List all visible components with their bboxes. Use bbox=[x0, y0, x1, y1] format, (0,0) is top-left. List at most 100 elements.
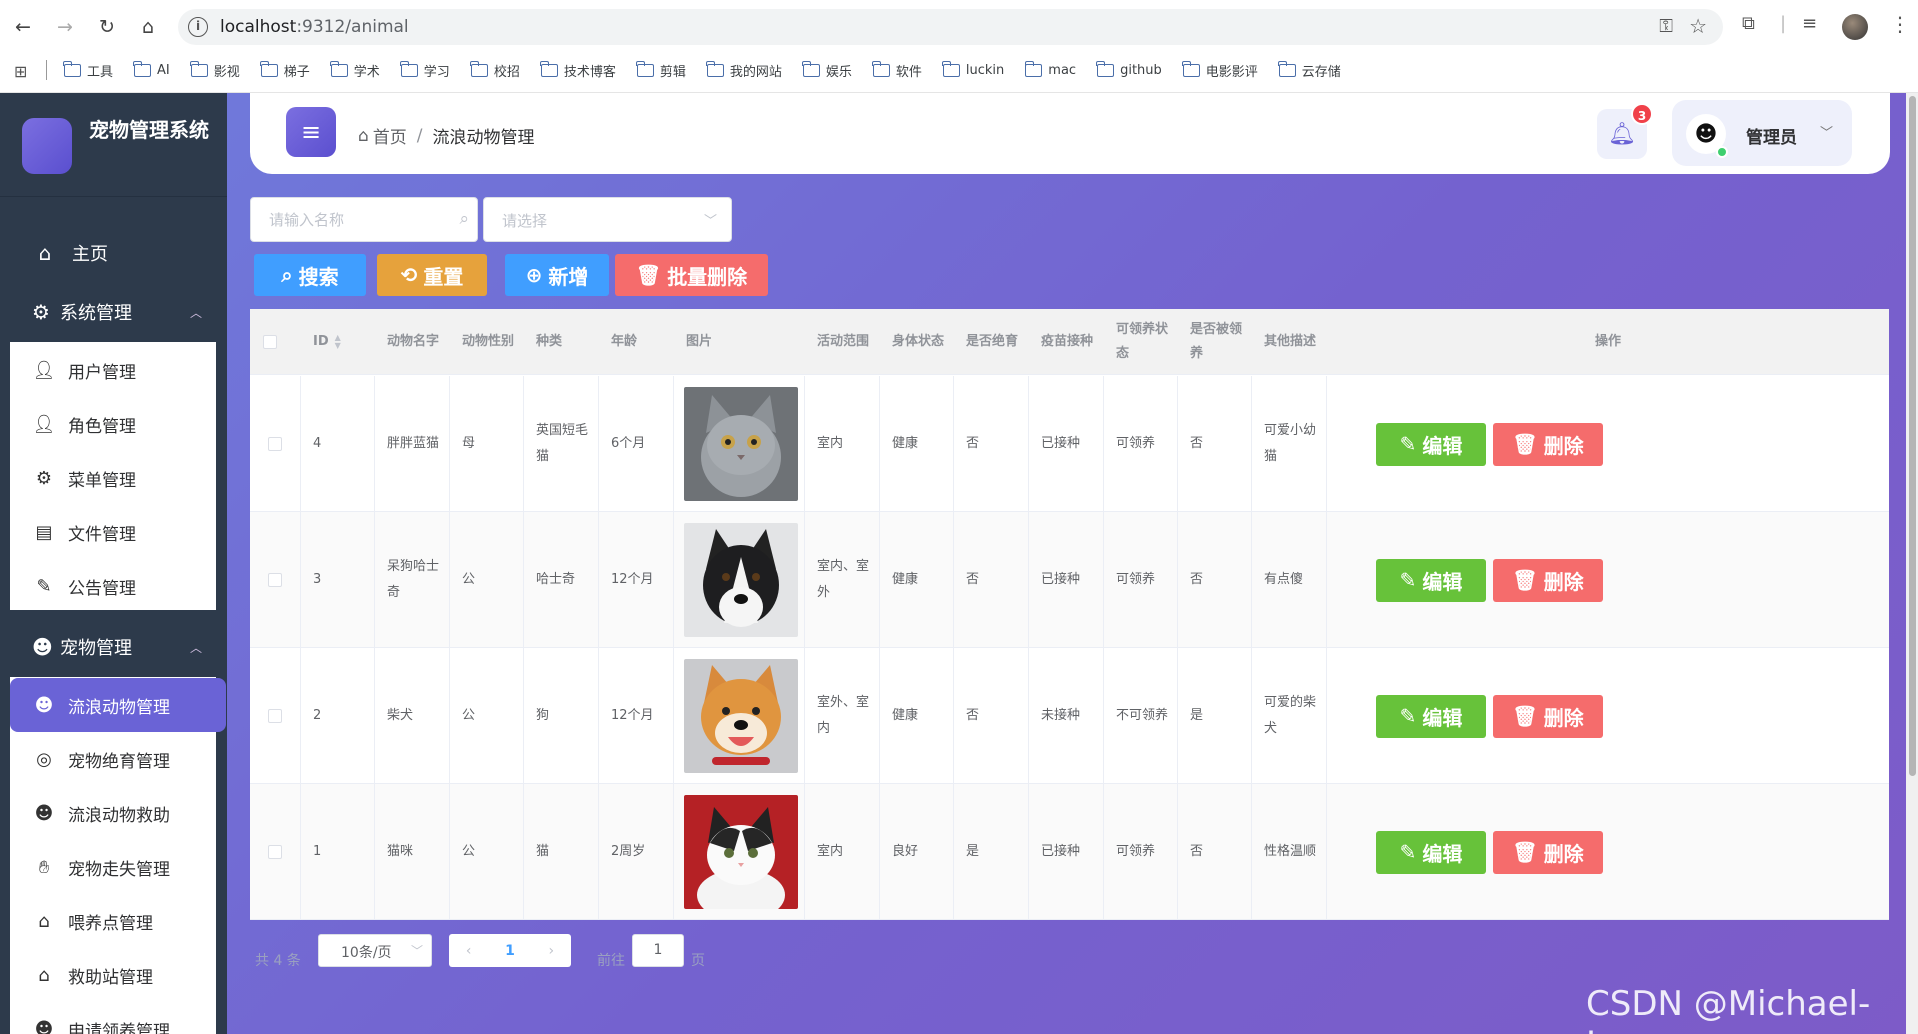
name-search-field[interactable]: ⌕ bbox=[250, 197, 478, 242]
batch-delete-button[interactable]: 🗑︎ 批量删除 bbox=[615, 254, 768, 296]
select-all-checkbox[interactable] bbox=[263, 335, 277, 349]
column-header[interactable]: ID ▲ ▼ bbox=[313, 309, 369, 375]
chevron-down-icon: ﹀ bbox=[703, 214, 717, 229]
bookmark-item[interactable]: 学习 bbox=[400, 60, 450, 80]
forward-arrow-icon[interactable]: → bbox=[50, 12, 80, 42]
table-cell-vaccine: 已接种 bbox=[1029, 784, 1104, 920]
bookmark-item[interactable]: 影视 bbox=[190, 60, 240, 80]
add-button[interactable]: ⊕ 新增 bbox=[505, 254, 609, 296]
delete-button[interactable]: 🗑︎ 删除 bbox=[1493, 558, 1603, 602]
bookmark-item[interactable]: 电影影评 bbox=[1182, 60, 1258, 80]
edit-button[interactable]: ✎ 编辑 bbox=[1376, 830, 1486, 874]
edit-button[interactable]: ✎ 编辑 bbox=[1376, 558, 1486, 602]
prev-page-icon[interactable]: ‹ bbox=[466, 943, 472, 959]
bookmark-item[interactable]: luckin bbox=[942, 60, 1004, 80]
sidebar-item-notices[interactable]: ✎ 公告管理 bbox=[10, 559, 216, 613]
edit-icon: ✎ bbox=[1399, 568, 1417, 592]
sidebar-item-feeding-points[interactable]: ⌂ 喂养点管理 bbox=[10, 894, 216, 948]
back-arrow-icon[interactable]: ← bbox=[8, 12, 38, 42]
edit-button[interactable]: ✎ 编辑 bbox=[1376, 694, 1486, 738]
scrollbar-thumb[interactable] bbox=[1909, 96, 1916, 776]
reload-icon[interactable]: ↻ bbox=[92, 12, 122, 42]
bookmark-item[interactable]: 剪辑 bbox=[636, 60, 686, 80]
paw-icon: ☻ bbox=[32, 635, 53, 659]
password-key-icon[interactable]: ⚿ bbox=[1659, 16, 1673, 37]
sidebar-item-files[interactable]: ▤ 文件管理 bbox=[10, 505, 216, 559]
sidebar-group-system[interactable]: ⚙ 系统管理 ︿ bbox=[32, 299, 202, 325]
bookmark-item[interactable]: 云存储 bbox=[1278, 60, 1341, 80]
row-checkbox[interactable] bbox=[268, 845, 282, 859]
bookmark-item[interactable]: 技术博客 bbox=[540, 60, 616, 80]
name-search-input[interactable] bbox=[251, 198, 441, 241]
goto-label: 前往 bbox=[597, 953, 625, 969]
pet-photo[interactable] bbox=[684, 387, 798, 501]
row-checkbox[interactable] bbox=[268, 437, 282, 451]
site-info-icon[interactable]: i bbox=[188, 17, 208, 37]
media-control-icon[interactable]: ≡ bbox=[1802, 13, 1817, 34]
sidebar-group-pets[interactable]: ☻ 宠物管理 ︿ bbox=[32, 634, 202, 660]
column-header: 操作 bbox=[1594, 334, 1621, 349]
url-text[interactable]: localhost:9312/animal bbox=[220, 17, 409, 37]
sidebar-item-rescue-stations[interactable]: ⌂ 救助站管理 bbox=[10, 948, 216, 1002]
table-cell-desc: 可爱小幼猫 bbox=[1252, 376, 1327, 512]
row-checkbox[interactable] bbox=[268, 573, 282, 587]
row-checkbox[interactable] bbox=[268, 709, 282, 723]
row-actions: ✎ 编辑 🗑︎ 删除 bbox=[1376, 376, 1603, 512]
sidebar-item-rescue[interactable]: ☻ 流浪动物救助 bbox=[10, 786, 216, 840]
page-size-select[interactable]: 10条/页 ﹀ bbox=[318, 934, 432, 967]
bookmark-item[interactable]: 我的网站 bbox=[706, 60, 782, 80]
trash-icon: 🗑︎ bbox=[635, 263, 662, 287]
bookmark-item[interactable]: 软件 bbox=[872, 60, 922, 80]
breadcrumb-home[interactable]: 首页 bbox=[373, 123, 407, 148]
pet-photo[interactable] bbox=[684, 523, 798, 637]
edit-button[interactable]: ✎ 编辑 bbox=[1376, 422, 1486, 466]
delete-button[interactable]: 🗑︎ 删除 bbox=[1493, 694, 1603, 738]
sidebar-item-neutering[interactable]: ◎ 宠物绝育管理 bbox=[10, 732, 216, 786]
delete-button[interactable]: 🗑︎ 删除 bbox=[1493, 422, 1603, 466]
address-bar[interactable]: i localhost:9312/animal ⚿ ☆ bbox=[178, 9, 1723, 45]
goto-page-input[interactable]: 1 bbox=[632, 934, 684, 967]
watermark: CSDN @Michael-Jay bbox=[1586, 984, 1871, 1034]
user-menu[interactable]: ☻ 管理员 ﹀ bbox=[1672, 100, 1852, 166]
pet-photo[interactable] bbox=[684, 795, 798, 909]
house-icon: ⌂ bbox=[38, 964, 50, 986]
reset-button[interactable]: ⟲ 重置 bbox=[377, 254, 487, 296]
bookmark-item[interactable]: 娱乐 bbox=[802, 60, 852, 80]
browser-chrome: ← → ↻ ⌂ i localhost:9312/animal ⚿ ☆ ⧉ | … bbox=[0, 0, 1918, 93]
bookmark-star-icon[interactable]: ☆ bbox=[1689, 14, 1707, 38]
extensions-icon[interactable]: ⧉ bbox=[1742, 13, 1755, 34]
sidebar-item-users[interactable]: 👤︎ 用户管理 bbox=[10, 343, 216, 397]
table-cell-adoptable: 可领养 bbox=[1104, 512, 1178, 648]
bookmark-item[interactable]: github bbox=[1096, 60, 1162, 80]
menu-toggle-icon[interactable]: ≡ bbox=[286, 107, 336, 157]
folder-icon bbox=[706, 60, 724, 77]
bookmark-item[interactable]: 校招 bbox=[470, 60, 520, 80]
search-icon[interactable]: ⌕ bbox=[459, 209, 469, 229]
delete-button[interactable]: 🗑︎ 删除 bbox=[1493, 830, 1603, 874]
pet-photo[interactable] bbox=[684, 659, 798, 773]
bookmark-item[interactable]: 工具 bbox=[63, 60, 113, 80]
pet-photo-cell bbox=[674, 376, 805, 512]
sidebar-item-roles[interactable]: 👤︎ 角色管理 bbox=[10, 397, 216, 451]
sidebar-item-label: 主页 bbox=[72, 244, 108, 265]
sidebar-item-menus[interactable]: ⚙ 菜单管理 bbox=[10, 451, 216, 505]
bookmark-item[interactable]: mac bbox=[1024, 60, 1076, 80]
search-button[interactable]: ⌕ 搜索 bbox=[254, 254, 366, 296]
browser-profile-avatar[interactable] bbox=[1842, 14, 1868, 40]
home-icon[interactable]: ⌂ bbox=[133, 12, 163, 42]
next-page-icon[interactable]: › bbox=[549, 943, 555, 959]
sort-icon[interactable]: ▲ ▼ bbox=[335, 334, 341, 350]
bookmark-item[interactable]: 学术 bbox=[330, 60, 380, 80]
browser-menu-icon[interactable]: ⋮ bbox=[1890, 12, 1910, 36]
pet-photo-cell bbox=[674, 784, 805, 920]
sidebar-item-lost-pets[interactable]: ✋︎ 宠物走失管理 bbox=[10, 840, 216, 894]
sidebar-item-home[interactable]: ⌂ 主页 bbox=[32, 240, 108, 266]
apps-grid-icon[interactable]: ⊞ bbox=[14, 62, 27, 81]
category-select[interactable]: 请选择 ﹀ bbox=[483, 197, 732, 242]
bookmark-item[interactable]: AI bbox=[133, 60, 170, 80]
bookmark-item[interactable]: 梯子 bbox=[260, 60, 310, 80]
sidebar-item-stray-animals[interactable]: ☻ 流浪动物管理 bbox=[10, 678, 226, 732]
sidebar-item-adoption[interactable]: ☻ 申请领养管理 bbox=[10, 1002, 216, 1034]
row-checkbox-cell bbox=[250, 512, 301, 648]
page-number[interactable]: 1 bbox=[505, 943, 515, 959]
